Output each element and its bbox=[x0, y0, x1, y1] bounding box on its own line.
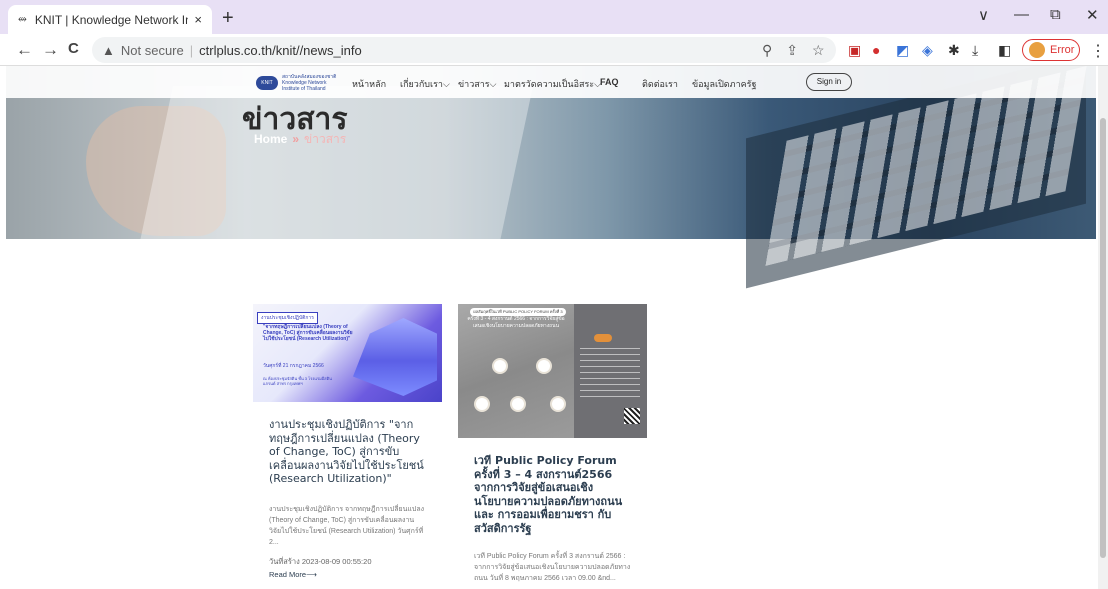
image-date: วันศุกร์ที่ 21 กรกฎาคม 2566 bbox=[263, 363, 324, 369]
news-card-excerpt: เวที Public Policy Forum ครั้งที่ 3 สงกร… bbox=[474, 553, 631, 582]
new-tab-button[interactable]: + bbox=[222, 7, 234, 30]
knit-favicon-icon: ⥈ bbox=[18, 13, 27, 25]
news-card-excerpt: งานประชุมเชิงปฏิบัติการ จากทฤษฎีการเปลี่… bbox=[269, 505, 425, 546]
forward-button[interactable]: → bbox=[42, 40, 59, 60]
translate-extension-icon[interactable]: ◩ bbox=[896, 42, 909, 59]
extension-red-icon[interactable]: ▣ bbox=[848, 42, 861, 59]
nav-item-independence-scale[interactable]: มาตรวัดความเป็นอิสระ⌵ bbox=[504, 77, 601, 91]
close-tab-icon[interactable]: × bbox=[194, 12, 202, 27]
poster-orange-label bbox=[594, 334, 612, 342]
breadcrumb-separator-icon: » bbox=[292, 132, 300, 146]
error-label: Error bbox=[1050, 44, 1075, 56]
poster-agenda-lines bbox=[580, 348, 640, 402]
extension-diamond-icon[interactable]: ◈ bbox=[922, 42, 933, 59]
nav-item-home[interactable]: หน้าหลัก bbox=[352, 77, 386, 91]
speaker-photo bbox=[492, 358, 508, 374]
share-icon[interactable]: ⇪ bbox=[786, 42, 798, 58]
image-pill: ผลสัมฤทธิ์ในเวที PUBLIC POLICY FORUM ครั… bbox=[470, 308, 566, 316]
profile-error-button[interactable]: Error bbox=[1022, 39, 1080, 61]
breadcrumb-home[interactable]: Home bbox=[254, 132, 287, 146]
reload-button[interactable]: C bbox=[68, 40, 79, 57]
breadcrumb: Home » ข่าวสาร bbox=[254, 130, 346, 149]
nav-item-open-data[interactable]: ข้อมูลเปิดภาครัฐ bbox=[692, 77, 756, 91]
bookmark-star-icon[interactable]: ☆ bbox=[812, 42, 825, 58]
news-card-title[interactable]: งานประชุมเชิงปฏิบัติการ "จากทฤษฎีการเปลี… bbox=[253, 418, 442, 486]
close-window-button[interactable]: ✕ bbox=[1086, 6, 1099, 24]
scrollbar-thumb[interactable] bbox=[1100, 118, 1106, 558]
speaker-photo bbox=[536, 358, 552, 374]
tab-title: KNIT | Knowledge Network Instit bbox=[34, 12, 189, 27]
url-separator: | bbox=[189, 42, 194, 58]
download-icon[interactable]: ⤓ bbox=[972, 42, 978, 59]
logo-text: สถาบันคลังสมองของชาติ Knowledge Network … bbox=[282, 74, 337, 92]
nav-item-contact[interactable]: ติดต่อเรา bbox=[642, 77, 678, 91]
news-card-title[interactable]: เวที Public Policy Forum ครั้งที่ 3 – 4 … bbox=[458, 454, 647, 535]
tab-search-icon[interactable]: ∨ bbox=[978, 6, 989, 24]
news-card-date: วันที่สร้าง 2023-08-09 00:55:20 bbox=[269, 556, 372, 566]
site-logo[interactable]: KNIT สถาบันคลังสมองของชาติ Knowledge Net… bbox=[256, 74, 344, 92]
speaker-photo bbox=[550, 396, 566, 412]
url-text[interactable]: ctrlplus.co.th/knit//news_info bbox=[199, 43, 362, 58]
news-card-image[interactable]: งานประชุมเชิงปฏิบัติการ "จากทฤษฎีการเปลี… bbox=[253, 304, 442, 402]
qr-code-icon bbox=[624, 408, 640, 424]
warning-icon[interactable]: ▲ bbox=[102, 43, 115, 58]
image-place: ณ ห้องประชุมจัสติน ชั้น 3 โรงแรมอีสติน แ… bbox=[263, 376, 332, 386]
breadcrumb-current: ข่าวสาร bbox=[304, 132, 347, 146]
image-title: "จากทฤษฎีการเปลี่ยนแปลง (Theory of Chang… bbox=[263, 324, 353, 342]
browser-toolbar: ← → C ▲ Not secure | ctrlplus.co.th/knit… bbox=[0, 34, 1108, 66]
browser-tab[interactable]: ⥈ KNIT | Knowledge Network Instit × bbox=[8, 5, 212, 34]
minimize-button[interactable]: — bbox=[1014, 6, 1029, 23]
nav-item-faq[interactable]: FAQ bbox=[600, 77, 619, 87]
extensions-puzzle-icon[interactable]: ✱ bbox=[948, 42, 960, 59]
omnibox-actions: ⚲ ⇪ ☆ bbox=[762, 42, 839, 59]
browser-tab-bar: ⥈ KNIT | Knowledge Network Instit × + ∨ … bbox=[0, 0, 1108, 34]
read-more-link[interactable]: Read More⟶ bbox=[253, 570, 442, 579]
back-button[interactable]: ← bbox=[16, 40, 33, 60]
speaker-photo bbox=[510, 396, 526, 412]
image-tag: งานประชุมเชิงปฏิบัติการ bbox=[257, 312, 318, 324]
news-card[interactable]: ผลสัมฤทธิ์ในเวที PUBLIC POLICY FORUM ครั… bbox=[458, 304, 647, 584]
browser-menu-icon[interactable]: ⋮ bbox=[1090, 41, 1106, 61]
nav-item-news[interactable]: ข่าวสาร⌵ bbox=[458, 77, 496, 91]
side-panel-icon[interactable]: ◧ bbox=[998, 42, 1011, 59]
news-card-image[interactable]: ผลสัมฤทธิ์ในเวที PUBLIC POLICY FORUM ครั… bbox=[458, 304, 647, 438]
opera-extension-icon[interactable]: ● bbox=[872, 42, 880, 58]
isometric-city-illustration bbox=[353, 318, 437, 396]
sign-in-button[interactable]: Sign in bbox=[806, 73, 852, 91]
zoom-icon[interactable]: ⚲ bbox=[762, 42, 772, 58]
chevron-down-icon: ⌵ bbox=[442, 79, 450, 89]
speaker-photo bbox=[474, 396, 490, 412]
nav-item-about[interactable]: เกี่ยวกับเรา⌵ bbox=[400, 77, 450, 91]
image-title: ครั้งที่ 3 - 4 สงกรานต์ 2566 : จากการวิจ… bbox=[467, 316, 565, 329]
site-navbar: KNIT สถาบันคลังสมองของชาติ Knowledge Net… bbox=[6, 66, 1096, 98]
security-label[interactable]: Not secure bbox=[121, 43, 184, 58]
avatar bbox=[1029, 42, 1045, 58]
web-page: ข่าวสาร Home » ข่าวสาร KNIT สถาบันคลังสมอง… bbox=[6, 66, 1096, 589]
logo-badge: KNIT bbox=[256, 76, 278, 90]
page-scrollbar[interactable] bbox=[1098, 66, 1108, 589]
restore-button[interactable]: ⧉ bbox=[1050, 6, 1061, 23]
chevron-down-icon: ⌵ bbox=[489, 79, 497, 89]
address-bar[interactable]: ▲ Not secure | ctrlplus.co.th/knit//news… bbox=[92, 37, 836, 63]
news-card[interactable]: งานประชุมเชิงปฏิบัติการ "จากทฤษฎีการเปลี… bbox=[253, 304, 442, 579]
